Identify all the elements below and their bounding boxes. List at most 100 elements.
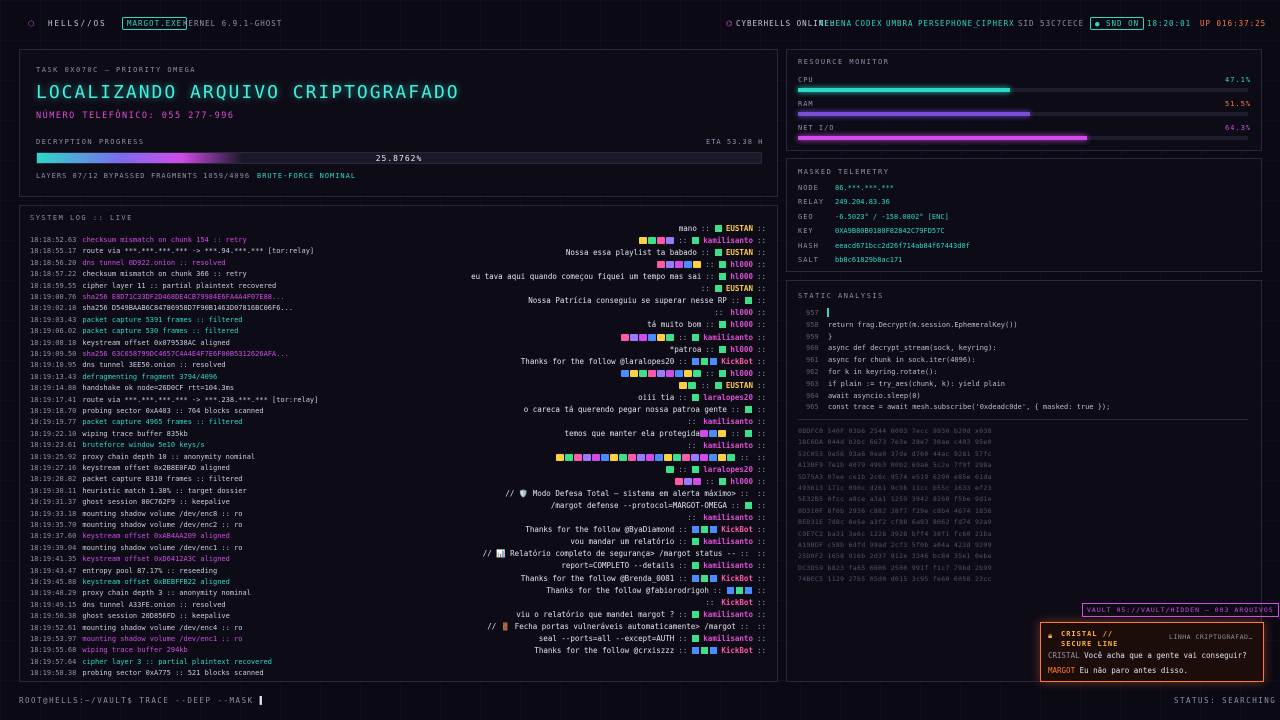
chat-message: // 📊 Relatório completo de segurança> /m… — [483, 549, 766, 558]
log-timestamp: 18:19:02.18 — [30, 304, 77, 313]
chat-username[interactable]: EUSTAN — [726, 284, 753, 293]
chat-separator: :: — [756, 404, 766, 414]
line-number: 957 — [806, 309, 819, 317]
emote-icon — [620, 333, 629, 341]
chat-separator: :: — [678, 561, 688, 571]
chat-separator: :: — [756, 549, 766, 559]
chat-separator: :: — [678, 609, 688, 619]
chat-username[interactable]: hl000 — [730, 260, 753, 269]
log-message: proxy chain depth 10 :: anonymity nomina… — [82, 452, 256, 461]
online-user[interactable]: CIPHERX — [976, 19, 1015, 28]
progress-percent: 25.8762% — [375, 154, 423, 163]
chat-message: Thanks for the follow @ByaDiamond:: KickB… — [525, 525, 766, 534]
log-message: route via ***.***.***.*** -> ***.94.***.… — [82, 247, 315, 256]
chat-separator: :: — [756, 416, 766, 426]
emote-icon — [583, 454, 592, 461]
chat-username[interactable]: kamilisanto — [703, 561, 753, 570]
chat-message: *patroa:: hl000:: — [670, 345, 766, 354]
hex-row: A19BDF c58b 6dfd 99ad 2cf3 5f0b a04a 423… — [798, 541, 992, 549]
chat-message: Thanks for the follow @crxiszzz:: KickBot… — [534, 646, 766, 655]
globe-icon: ⌬ — [726, 19, 734, 28]
chat-message: Thanks for the follow @Brenda_0081:: Kick… — [521, 574, 766, 583]
online-user[interactable]: UMBRA — [886, 19, 914, 28]
emote-icon — [709, 429, 718, 437]
online-user[interactable]: PERSEPHONE_ — [918, 19, 979, 28]
chat-username[interactable]: kamilisanto — [703, 513, 753, 522]
chat-username[interactable]: KickBot — [721, 357, 753, 366]
log-entry: 18:18:55.17 route via ***.***.***.*** -> … — [30, 247, 314, 255]
chat-username[interactable]: KickBot — [721, 646, 753, 655]
chat-message: :: kamilisanto:: — [620, 333, 766, 342]
user-pill[interactable]: MARGOT.EXE — [122, 17, 188, 30]
emote-icon — [610, 454, 619, 461]
chat-message: :: hl000:: — [710, 308, 766, 317]
chat-separator: :: — [700, 380, 710, 390]
log-entry: 18:19:45.88 keystream offset 0xBEBFFB22 a… — [30, 578, 230, 586]
chat-username[interactable]: hl000 — [730, 369, 753, 378]
chat-username[interactable]: kamilisanto — [703, 441, 753, 450]
chat-text: mano — [678, 224, 697, 234]
chat-separator: :: — [739, 549, 749, 559]
chat-username[interactable]: kamilisanto — [703, 236, 753, 245]
chat-username[interactable]: hl000 — [730, 345, 753, 354]
terminal-prompt[interactable]: ROOT@HELLS:~/VAULT$ TRACE --DEEP --MASK … — [19, 696, 266, 705]
log-timestamp: 18:19:00.76 — [30, 293, 77, 301]
vault-tag[interactable]: VAULT 05://VAULT/HIDDEN — 003 ARQUIVOS — [1082, 603, 1279, 617]
decryption-progress-bar: 25.8762% — [36, 152, 762, 164]
chat-text: Thanks for the follow @fabiorodrigoh — [546, 585, 709, 595]
chat-username[interactable]: kamilisanto — [703, 537, 753, 546]
chat-separator: :: — [705, 260, 715, 270]
line-number: 963 — [806, 379, 819, 388]
online-user[interactable]: ALHENA — [819, 19, 852, 28]
log-message: sha256 E8D71C33DF2D468DE4CB79984E6FA4A4F… — [82, 293, 285, 301]
log-message: mounting shadow volume /dev/enc1 :: ro — [82, 635, 243, 643]
chat-text: Thanks for the follow @crxiszzz — [534, 645, 675, 655]
chat-username[interactable]: kamilisanto — [703, 634, 753, 643]
telemetry-key: GEO — [798, 212, 814, 221]
chat-username[interactable]: kamilisanto — [703, 333, 753, 342]
chat-username[interactable]: kamilisanto — [703, 610, 753, 619]
log-entry: 18:19:03.43 packet capture 5391 frames ::… — [30, 316, 243, 324]
chat-message: :: hl000:: — [620, 369, 766, 378]
emote-icon — [665, 466, 674, 474]
chat-username[interactable]: hl000 — [730, 320, 753, 329]
log-timestamp: 18:18:57.22 — [30, 270, 77, 279]
emote-icon — [656, 237, 665, 245]
badge-icon — [726, 586, 734, 594]
sound-toggle[interactable]: ● SND ON — [1090, 17, 1145, 30]
emote-icon — [682, 454, 691, 461]
chat-message: seal --ports=all --except=AUTH:: kamilisa… — [539, 634, 766, 643]
chat-username[interactable]: hl000 — [730, 477, 753, 486]
chat-separator: :: — [756, 513, 766, 523]
chat-username[interactable]: KickBot — [721, 598, 753, 607]
log-timestamp: 18:19:41.35 — [30, 555, 77, 564]
chat-username[interactable]: laralopes20 — [703, 465, 753, 474]
chat-username[interactable]: laralopes20 — [703, 393, 753, 402]
resource-bar-fill — [798, 112, 1030, 116]
log-timestamp: 18:19:31.37 — [30, 498, 77, 507]
chat-username[interactable]: KickBot — [721, 574, 753, 583]
chat-separator: :: — [756, 525, 766, 535]
chat-username[interactable]: EUSTAN — [726, 381, 753, 390]
chat-username[interactable]: EUSTAN — [726, 224, 753, 233]
log-message: cipher layer 11 :: partial plaintext rec… — [82, 281, 277, 290]
chat-username[interactable]: hl000 — [730, 272, 753, 281]
secure-message: MARGOT Eu não paro antes disso. — [1048, 666, 1188, 675]
secure-line-popup[interactable]: 🔒︎ CRISTAL // SECURE LINE LINHA CRIPTOGR… — [1040, 622, 1264, 682]
chat-text: Thanks for the follow @laralopes20 — [520, 356, 675, 366]
emote-icon — [674, 261, 683, 269]
online-user[interactable]: CODEX — [855, 19, 883, 28]
chat-username[interactable]: KickBot — [721, 525, 753, 534]
log-entry: 18:19:27.16 keystream offset 0x2B8E0FAD a… — [30, 464, 230, 472]
log-message: keystream offset 0xAB4AA209 aligned — [82, 532, 230, 541]
log-viewport[interactable]: 18:18:52.63 checksum mismatch on chunk 15… — [20, 224, 777, 682]
chat-username[interactable]: EUSTAN — [726, 248, 753, 257]
chat-separator: :: — [730, 404, 740, 414]
chat-text: // 🚪 Fecha portas vulneráveis automatica… — [487, 621, 736, 631]
chat-username[interactable]: hl000 — [730, 308, 753, 317]
chat-separator: :: — [756, 428, 766, 438]
hex-row: 0BDFC0 540F 03b6 2544 0003 7ecc 9930 b20… — [798, 427, 992, 435]
telemetry-value: 86.***.***.*** — [835, 184, 895, 192]
chat-username[interactable]: kamilisanto — [703, 417, 753, 426]
log-message: mounting shadow volume /dev/enc4 :: ro — [82, 623, 243, 632]
